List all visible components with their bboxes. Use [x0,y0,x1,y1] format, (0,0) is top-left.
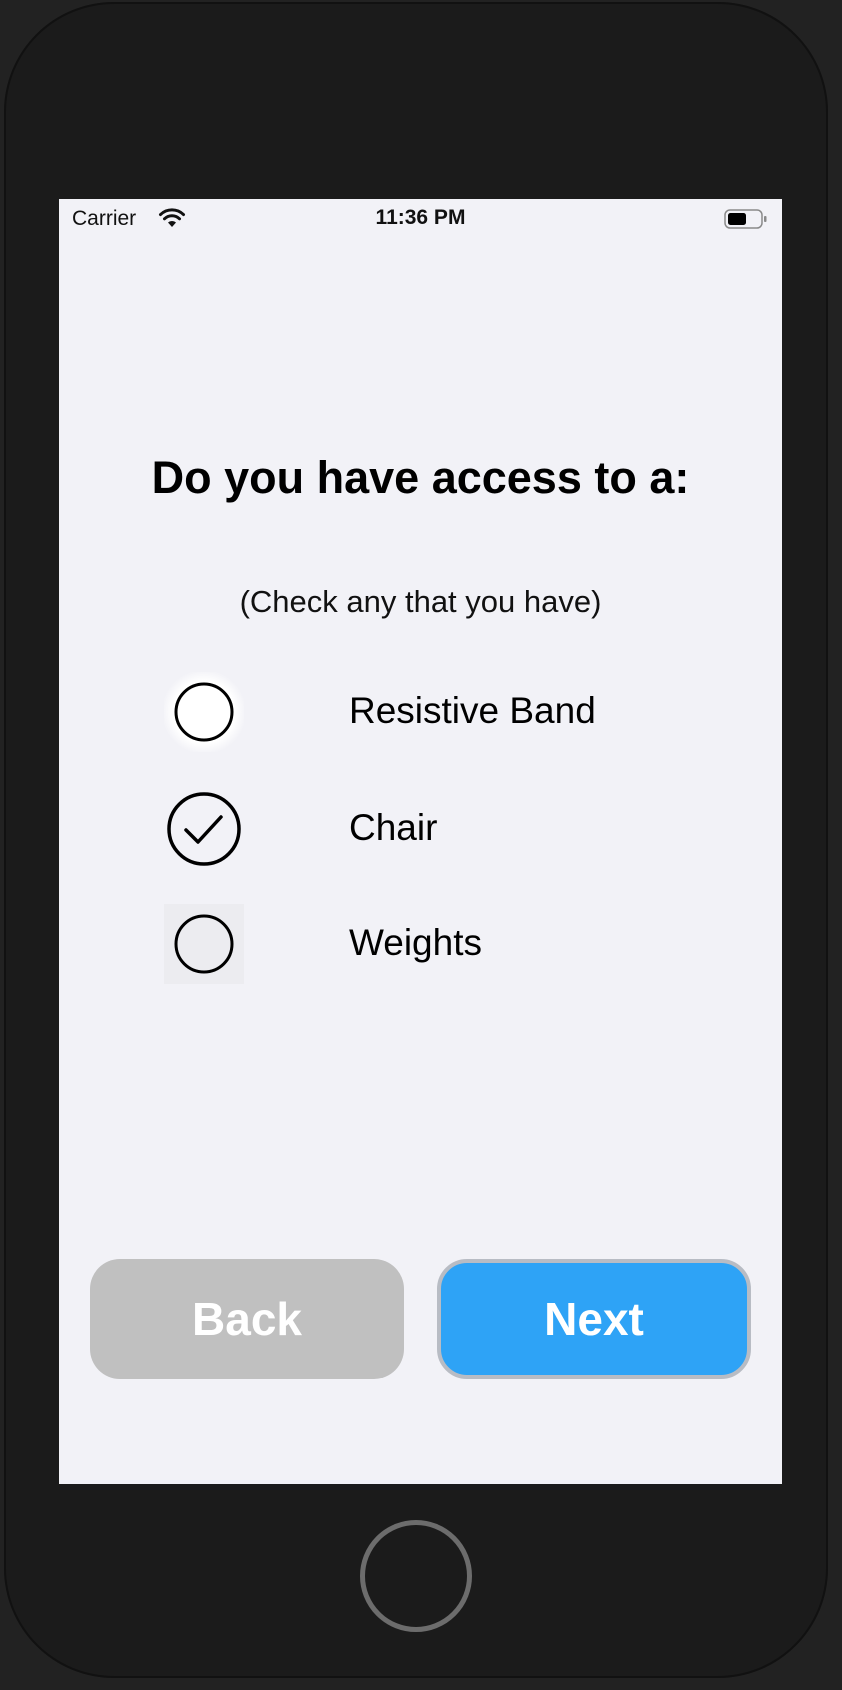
home-button[interactable] [360,1520,472,1632]
back-button[interactable]: Back [90,1259,404,1379]
option-label: Chair [349,807,438,848]
question-subtitle: (Check any that you have) [239,584,602,619]
checked-circle-icon [167,792,241,866]
option-label: Resistive Band [349,690,596,731]
device-frame: Carrier 11:36 PM Do you have access to a… [4,2,828,1678]
unchecked-circle-icon [174,914,234,974]
app-screen: Carrier 11:36 PM Do you have access to a… [59,199,782,1484]
checkbox-resistive-band[interactable] [164,672,244,752]
next-button[interactable]: Next [437,1259,751,1379]
question-title: Do you have access to a: [151,452,690,503]
status-time: 11:36 PM [375,206,466,229]
option-label: Weights [349,922,482,963]
option-chair[interactable]: Chair [164,789,684,869]
battery-icon [724,209,767,229]
option-weights[interactable]: Weights [164,904,684,984]
option-resistive-band[interactable]: Resistive Band [164,672,684,752]
status-bar: Carrier 11:36 PM [59,199,782,239]
checkbox-chair[interactable] [164,789,244,869]
checkbox-weights[interactable] [164,904,244,984]
unchecked-circle-icon [174,682,234,742]
